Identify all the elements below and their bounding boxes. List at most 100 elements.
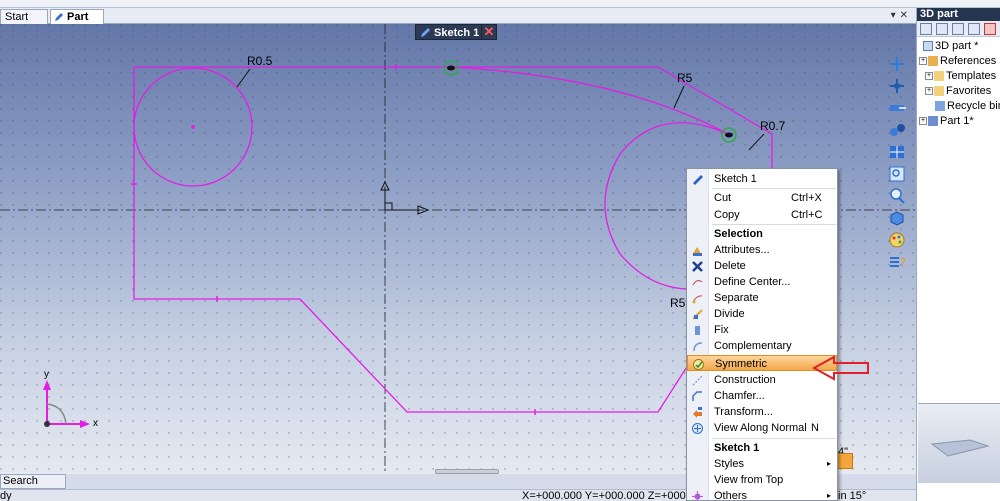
tree-item-favorites[interactable]: + Favorites (925, 84, 991, 99)
svg-text:?: ? (900, 256, 906, 269)
menu-item-view-along-normal[interactable]: View Along Normal N (687, 420, 837, 436)
active-sketch-label[interactable]: Sketch 1 (415, 24, 487, 40)
menu-item-define-center[interactable]: Define Center... (687, 274, 837, 290)
panel-toolbar (917, 21, 1000, 37)
expand-icon[interactable]: + (919, 57, 927, 66)
panel-title: 3D part (917, 8, 1000, 21)
tree-item-references[interactable]: + References (919, 54, 996, 69)
help-icon[interactable]: ? (887, 252, 907, 272)
menu-item-label: Complementary (714, 340, 792, 352)
menu-separator (712, 224, 836, 225)
constraint-icon[interactable] (887, 120, 907, 140)
tree-item-recycle-bin[interactable]: Recycle bin (935, 99, 1000, 114)
panel-tool-icon[interactable] (952, 23, 964, 35)
tab-start-page[interactable]: Start Page (0, 9, 48, 37)
tree-item-label: 3D part * (935, 40, 979, 52)
move-icon[interactable] (887, 76, 907, 96)
menu-item-label: Transform... (714, 406, 773, 418)
menu-item-label: View Along Normal (714, 422, 807, 434)
expand-icon[interactable]: + (925, 87, 933, 96)
status-text: dy (0, 490, 12, 501)
tree-item-templates[interactable]: + Templates (925, 69, 996, 84)
expand-icon[interactable]: + (925, 72, 933, 81)
tree-item-3d-part[interactable]: 3D part * (923, 39, 978, 54)
tree-item-label: Templates (946, 70, 997, 82)
menu-item-shortcut: N (811, 422, 819, 434)
menu-item-complementary[interactable]: Complementary (687, 338, 837, 354)
dimension-tool-icon[interactable] (887, 98, 907, 118)
menu-item-divide[interactable]: Divide (687, 306, 837, 322)
menu-item-label: Attributes... (714, 244, 770, 256)
panel-close-icon[interactable] (984, 23, 996, 35)
menu-header-label: Sketch 1 (714, 442, 760, 454)
menu-item-cut[interactable]: Cut Ctrl+X (687, 190, 837, 206)
divide-icon (692, 309, 703, 320)
menu-item-view-from-top[interactable]: View from Top (687, 472, 837, 488)
menu-item-label: Cut (714, 192, 732, 204)
menu-item-chamfer[interactable]: Chamfer... (687, 388, 837, 404)
callout-arrow-icon (812, 355, 869, 381)
menu-item-styles[interactable]: Styles ▸ (687, 456, 837, 472)
panel-tool-icon[interactable] (936, 23, 948, 35)
dimension-r5-bottom[interactable]: R5 (670, 296, 685, 310)
tab-bar-controls[interactable]: ▾✕ (891, 10, 912, 21)
fix-icon (695, 326, 700, 335)
axis-x-label: x (93, 418, 98, 429)
menu-item-transform[interactable]: Transform... (687, 404, 837, 420)
sketch-pen-icon (421, 28, 430, 37)
view-cube-icon[interactable] (887, 208, 907, 228)
grid-view-icon[interactable] (887, 142, 907, 162)
zoom-window-icon[interactable] (887, 164, 907, 184)
palette-icon[interactable] (887, 230, 907, 250)
menu-item-fix[interactable]: Fix (687, 322, 837, 338)
panel-tool-icon[interactable] (968, 23, 980, 35)
document-tab-bar: Start Page Part 1* ▾✕ (0, 8, 916, 37)
menu-item-label: View from Top (714, 474, 784, 486)
dimension-r07[interactable]: R0.7 (760, 119, 785, 133)
tree-item-part-1[interactable]: + Part 1* (919, 114, 974, 129)
part-icon (928, 116, 938, 127)
symmetric-icon (693, 359, 704, 370)
separate-icon (692, 295, 703, 304)
point-icon[interactable] (887, 54, 907, 74)
preview-pane (918, 403, 1000, 483)
templates-icon (934, 71, 944, 82)
scene-browser-panel: 3D part 3D part * + References + Templates… (916, 8, 1000, 501)
complementary-icon (693, 342, 703, 352)
menu-header-label: Selection (714, 228, 763, 240)
menu-item-label: Construction (714, 374, 776, 386)
menu-header-selection: Selection (687, 226, 837, 242)
viewport-scroll-thumb[interactable] (435, 469, 499, 474)
view-normal-icon (692, 423, 703, 434)
menu-item-attributes[interactable]: Attributes... (687, 242, 837, 258)
zoom-icon[interactable] (887, 186, 907, 206)
menu-item-separate[interactable]: Separate (687, 290, 837, 306)
close-sketch-button[interactable]: ✕ (481, 24, 497, 40)
menu-item-shortcut: Ctrl+C (791, 209, 823, 221)
orange-value-box[interactable] (836, 453, 853, 469)
dimension-r05[interactable]: R0.5 (247, 54, 272, 68)
dimension-r5-top[interactable]: R5 (677, 71, 692, 85)
main-toolbar-strip (0, 0, 1000, 8)
menu-item-label: Divide (714, 308, 745, 320)
construction-icon (692, 375, 703, 386)
menu-item-others[interactable]: Others ▸ (687, 488, 837, 501)
tab-part-1[interactable]: Part 1* (50, 9, 104, 37)
panel-tool-icon[interactable] (920, 23, 932, 35)
others-icon (692, 491, 703, 501)
menu-item-delete[interactable]: Delete (687, 258, 837, 274)
menu-item-copy[interactable]: Copy Ctrl+C (687, 207, 837, 223)
menu-item-label: Chamfer... (714, 390, 765, 402)
attributes-icon (692, 247, 702, 256)
favorites-icon (934, 86, 944, 97)
tree-item-label: References (940, 55, 997, 67)
menu-item-sketch-1[interactable]: Sketch 1 (687, 171, 837, 187)
menu-separator (712, 188, 836, 189)
menu-item-label: Others (714, 490, 748, 501)
coordinate-readout: X=+000.000 Y=+000.000 Z=+000.00 (522, 490, 702, 501)
search-results-tab[interactable]: Search Results (0, 474, 66, 500)
expand-icon[interactable]: + (919, 117, 927, 126)
delete-icon (692, 261, 703, 272)
menu-item-shortcut: Ctrl+X (791, 192, 822, 204)
menu-item-label: Sketch 1 (714, 173, 757, 185)
